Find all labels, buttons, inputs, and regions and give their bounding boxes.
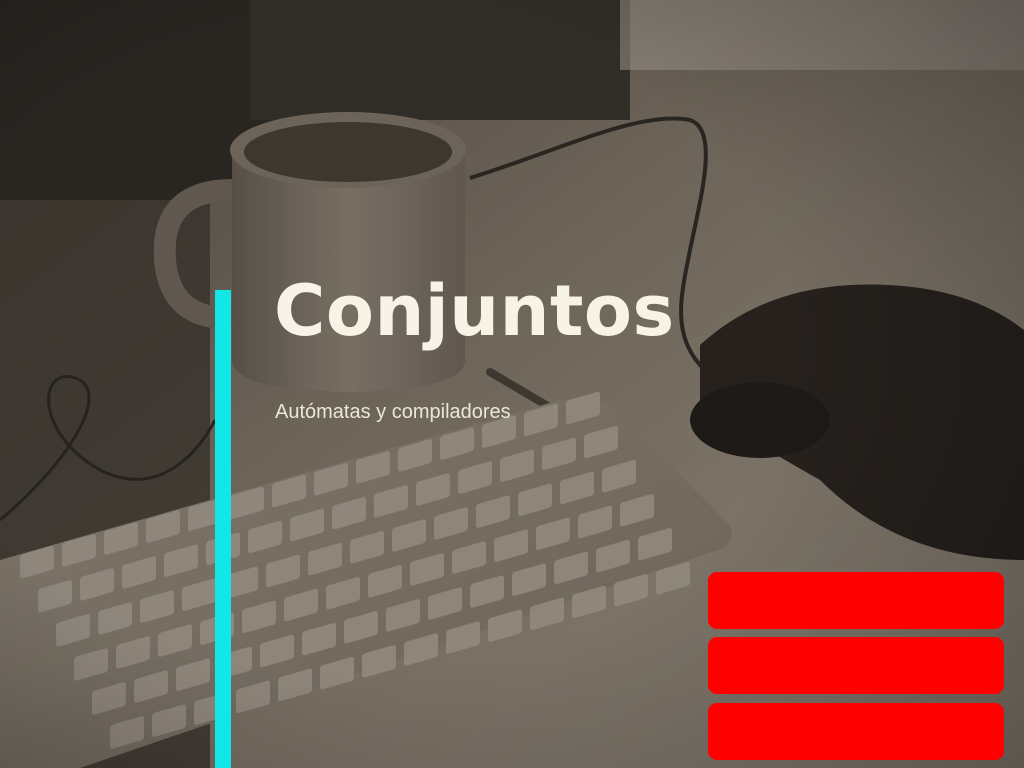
accent-bar: [215, 290, 231, 768]
red-block-3[interactable]: [708, 703, 1004, 760]
red-block-1[interactable]: [708, 572, 1004, 629]
red-block-2[interactable]: [708, 637, 1004, 694]
slide-subtitle: Autómatas y compiladores: [275, 401, 511, 423]
slide-title: Conjuntos: [274, 270, 675, 352]
